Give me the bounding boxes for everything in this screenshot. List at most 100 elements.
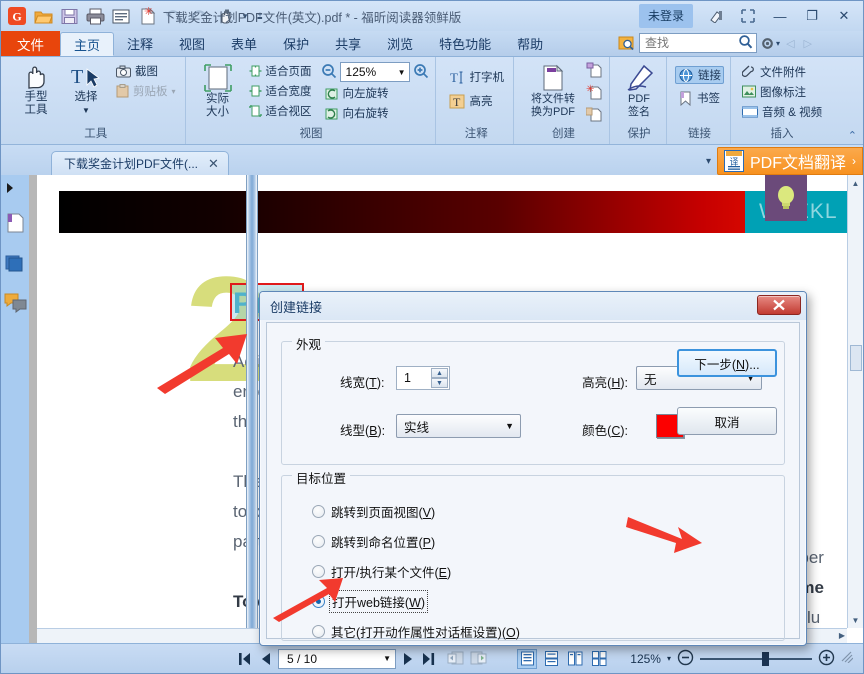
save-icon[interactable] — [57, 4, 81, 28]
rotate-right-button[interactable]: 向右旋转 — [321, 104, 429, 122]
actual-size-button[interactable]: 实际 大小 — [194, 60, 242, 119]
clipboard-button[interactable]: 剪贴板 ▾ — [113, 82, 179, 100]
bookmark-button[interactable]: 书签 — [675, 89, 724, 107]
chevron-down-icon[interactable]: ▼ — [505, 421, 514, 431]
menu-item-help[interactable]: 帮助 — [504, 31, 556, 56]
previous-view-arrow-icon[interactable]: ◁ — [783, 37, 797, 50]
menu-item-view[interactable]: 视图 — [166, 31, 218, 56]
create-link-dialog[interactable]: 创建链接 外观 线宽(T): 1 ▲ ▼ 线型(B): 实线 ▼ 高亮(H): … — [259, 291, 807, 646]
menu-item-file[interactable]: 文件 — [1, 31, 60, 56]
layers-icon[interactable] — [4, 252, 26, 274]
scroll-up-arrow-icon[interactable]: ▲ — [848, 175, 863, 191]
menu-item-protect[interactable]: 保护 — [270, 31, 322, 56]
prev-page-icon[interactable] — [259, 652, 272, 666]
hand-tool-button[interactable]: 手型 工具 — [13, 60, 59, 117]
radio-goto-page-view[interactable]: 跳转到页面视图(V) — [312, 502, 435, 521]
panel-expand-arrow-icon[interactable] — [4, 182, 26, 194]
quick-access-caret-icon[interactable]: ▾ — [239, 4, 251, 28]
undo-icon[interactable] — [161, 4, 185, 28]
radio-open-file[interactable]: 打开/执行某个文件(E) — [312, 562, 451, 581]
close-tab-icon[interactable]: ✕ — [208, 156, 219, 172]
pdf-sign-button[interactable]: PDF 签名 — [618, 60, 660, 119]
fit-width-button[interactable]: 适合宽度 — [246, 82, 315, 100]
redo-icon[interactable] — [187, 4, 211, 28]
select-tool-button[interactable]: T 选择 ▼ — [63, 60, 109, 117]
zoom-in-small-icon[interactable] — [413, 63, 429, 82]
next-page-icon[interactable] — [402, 652, 415, 666]
audio-video-button[interactable]: 音频 & 视频 — [739, 103, 825, 121]
next-button[interactable]: 下一步(N)... — [677, 349, 777, 377]
create-blank-pdf-icon[interactable]: ✳ — [586, 84, 603, 103]
app-logo-icon[interactable]: G — [5, 4, 29, 28]
next-view-icon[interactable] — [470, 651, 487, 666]
two-page-mode-button[interactable] — [565, 649, 585, 669]
menu-item-form[interactable]: 表单 — [218, 31, 270, 56]
scroll-down-arrow-icon[interactable]: ▼ — [848, 612, 863, 628]
new-from-file-icon[interactable]: ✳ — [135, 4, 159, 28]
resize-grip-icon[interactable] — [841, 651, 854, 666]
radio-button-icon[interactable] — [312, 565, 325, 578]
image-annotation-button[interactable]: 图像标注 — [739, 83, 825, 101]
cancel-button[interactable]: 取消 — [677, 407, 777, 435]
page-number-combobox[interactable]: 5 / 10 ▼ — [278, 648, 396, 669]
open-icon[interactable] — [31, 4, 55, 28]
page-thumbnail-icon[interactable] — [4, 212, 26, 234]
radio-other-action[interactable]: 其它(打开动作属性对话框设置)(O) — [312, 622, 520, 641]
link-button[interactable]: 链接 — [675, 66, 725, 84]
select-tool-caret-icon[interactable]: ▼ — [82, 106, 90, 115]
single-page-mode-button[interactable] — [517, 648, 537, 669]
clipboard-caret-icon[interactable]: ▾ — [172, 87, 176, 96]
radio-button-icon[interactable] — [312, 625, 325, 638]
next-view-arrow-icon[interactable]: ▷ — [801, 37, 815, 50]
rotate-left-button[interactable]: 向左旋转 — [321, 84, 429, 102]
comments-icon[interactable] — [4, 292, 27, 314]
email-icon[interactable] — [109, 4, 133, 28]
line-style-combobox[interactable]: 实线 ▼ — [396, 414, 521, 438]
zoom-dropdown-icon[interactable]: ▾ — [667, 654, 671, 663]
scroll-right-arrow-icon[interactable]: ▶ — [839, 631, 845, 640]
radio-button-icon[interactable] — [312, 505, 325, 518]
convert-to-pdf-button[interactable]: 将文件转 换为PDF — [524, 60, 582, 119]
close-button[interactable]: ✕ — [829, 5, 859, 27]
chevron-down-icon[interactable]: ▼ — [383, 654, 391, 663]
maximize-button[interactable]: ❐ — [797, 5, 827, 27]
menu-item-features[interactable]: 特色功能 — [426, 31, 504, 56]
radio-button-icon[interactable] — [312, 595, 325, 608]
typewriter-button[interactable]: T 打字机 — [446, 68, 508, 86]
previous-view-icon[interactable] — [447, 651, 464, 666]
screenshot-button[interactable]: 截图 — [113, 62, 179, 80]
pdf-translate-button[interactable]: 译 PDF文档翻译 › — [716, 147, 863, 175]
last-page-icon[interactable] — [421, 652, 437, 666]
first-page-icon[interactable] — [237, 652, 253, 666]
search-icon[interactable] — [738, 34, 753, 53]
zoom-out-small-icon[interactable] — [321, 63, 337, 82]
translate-more-icon[interactable]: › — [852, 154, 856, 168]
fullscreen-icon[interactable] — [733, 5, 763, 27]
create-from-clipboard-icon[interactable] — [585, 106, 603, 125]
chevron-down-icon[interactable]: ▼ — [398, 68, 406, 77]
spin-up-icon[interactable]: ▲ — [431, 368, 448, 378]
menu-item-browse[interactable]: 浏览 — [374, 31, 426, 56]
customize-toolbar-icon[interactable]: ⩲ — [253, 4, 267, 28]
menu-item-share[interactable]: 共享 — [322, 31, 374, 56]
print-icon[interactable] — [83, 4, 107, 28]
navigation-splitter[interactable] — [29, 175, 37, 643]
document-vertical-scrollbar[interactable]: ▲ ▼ — [847, 175, 863, 628]
two-page-continuous-mode-button[interactable] — [589, 649, 609, 669]
skin-icon[interactable] — [701, 5, 731, 27]
fit-visible-button[interactable]: 适合视区 — [246, 102, 315, 120]
zoom-slider-knob[interactable] — [762, 651, 769, 666]
translate-dropdown-icon[interactable]: ▾ — [700, 156, 717, 167]
highlight-button[interactable]: T 高亮 — [446, 92, 508, 110]
zoom-out-button[interactable] — [677, 649, 694, 669]
menu-item-comment[interactable]: 注释 — [114, 31, 166, 56]
radio-open-web-link[interactable]: 打开web链接(W) — [312, 590, 429, 613]
collapse-ribbon-icon[interactable]: ⌃ — [848, 129, 857, 142]
login-status-badge[interactable]: 未登录 — [638, 4, 693, 28]
line-width-spin-buttons[interactable]: ▲ ▼ — [431, 368, 448, 388]
line-width-spinner[interactable]: 1 ▲ ▼ — [396, 366, 450, 390]
spin-down-icon[interactable]: ▼ — [431, 378, 448, 388]
create-from-scanner-icon[interactable] — [586, 62, 603, 81]
search-settings-button[interactable]: ▾ — [760, 36, 780, 51]
radio-button-icon[interactable] — [312, 535, 325, 548]
